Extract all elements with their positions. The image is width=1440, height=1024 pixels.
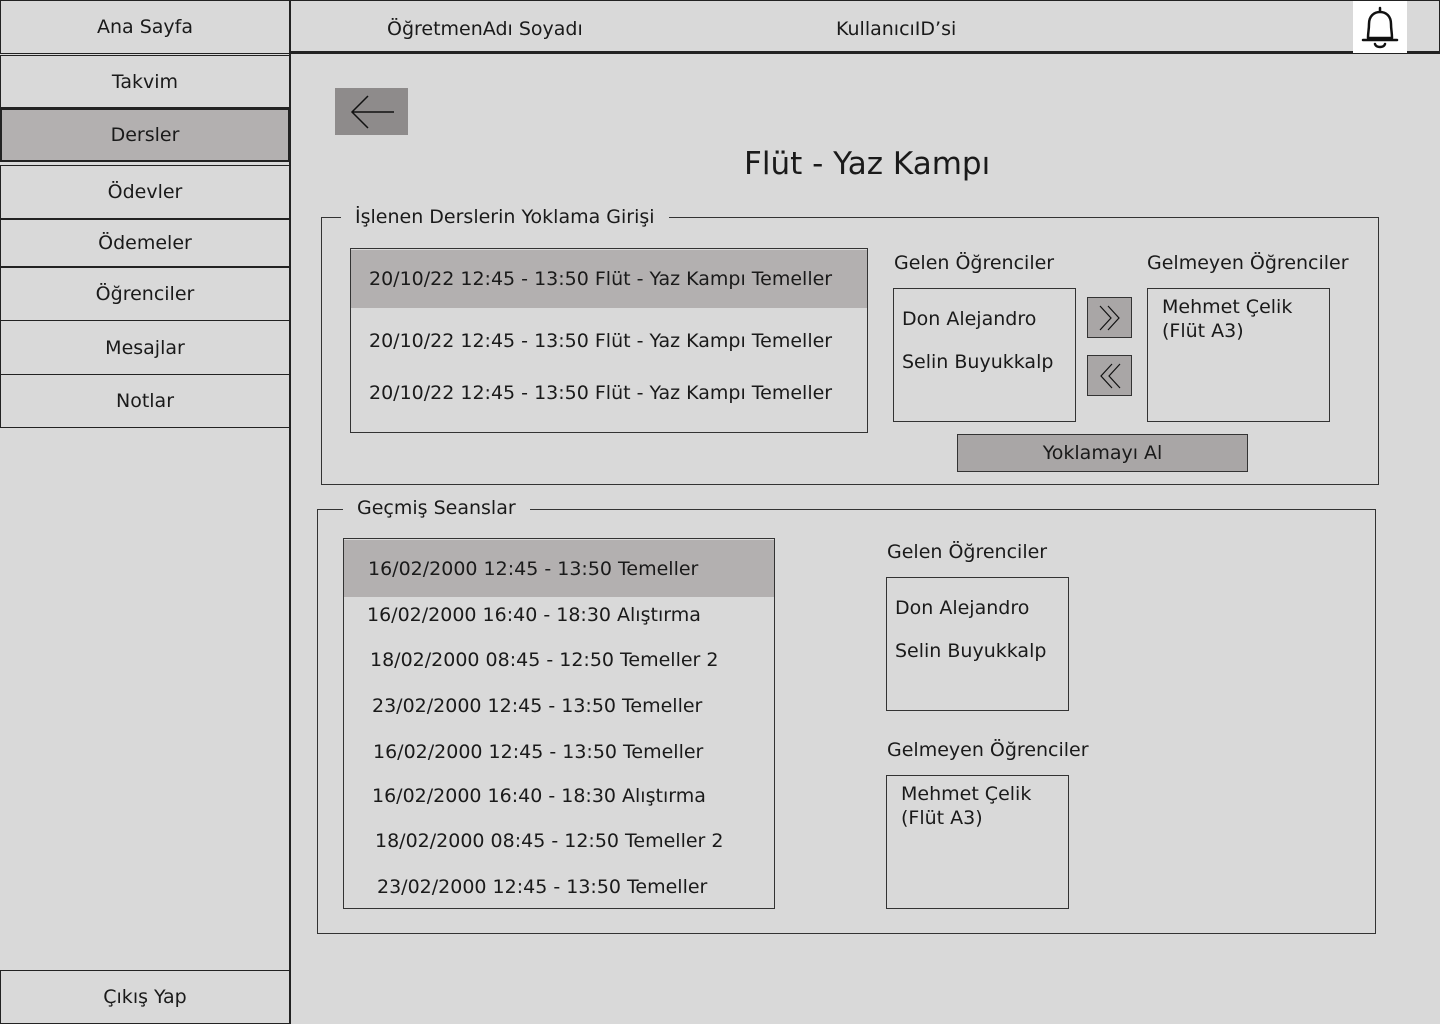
present-students-label: Gelen Öğrenciler — [894, 252, 1055, 274]
move-to-absent-button[interactable] — [1087, 297, 1132, 338]
bell-icon[interactable] — [1353, 1, 1407, 53]
history-present-label: Gelen Öğrenciler — [887, 541, 1048, 563]
arrow-left-icon — [350, 94, 394, 129]
list-item[interactable]: 20/10/22 12:45 - 13:50 Flüt - Yaz Kampı … — [351, 371, 867, 415]
student-name: Mehmet Çelik — [901, 783, 1032, 805]
take-attendance-button[interactable]: Yoklamayı Al — [957, 434, 1248, 472]
sidebar-item-ana-sayfa[interactable]: Ana Sayfa — [0, 0, 290, 54]
move-to-present-button[interactable] — [1087, 355, 1132, 396]
list-item[interactable]: 18/02/2000 08:45 - 12:50 Temeller 2 — [344, 825, 774, 857]
history-absent-list: Mehmet Çelik (Flüt A3) — [886, 775, 1069, 909]
list-item[interactable]: 16/02/2000 12:45 - 13:50 Temeller — [344, 736, 774, 768]
student-name: Selin Buyukkalp — [895, 640, 1047, 662]
sidebar-item-odevler[interactable]: Ödevler — [0, 165, 290, 219]
student-name[interactable]: Mehmet Çelik — [1162, 296, 1292, 318]
sidebar: Ana Sayfa Takvim Dersler Ödevler Ödemele… — [0, 0, 291, 1024]
absent-students-list[interactable]: Mehmet Çelik (Flüt A3) — [1147, 288, 1330, 422]
list-item[interactable]: 16/02/2000 12:45 - 13:50 Temeller — [344, 540, 774, 597]
double-chevron-left-icon — [1099, 363, 1120, 388]
logout-button[interactable]: Çıkış Yap — [0, 970, 290, 1024]
sidebar-item-mesajlar[interactable]: Mesajlar — [0, 320, 290, 375]
list-item[interactable]: 16/02/2000 16:40 - 18:30 Alıştırma — [344, 599, 774, 631]
sidebar-item-notlar[interactable]: Notlar — [0, 374, 290, 428]
sidebar-item-ogrenciler[interactable]: Öğrenciler — [0, 267, 290, 321]
user-id: KullanıcıID’si — [836, 18, 957, 40]
history-present-list: Don Alejandro Selin Buyukkalp — [886, 577, 1069, 711]
attendance-legend: İşlenen Derslerin Yoklama Girişi — [341, 206, 669, 228]
history-legend: Geçmiş Seanslar — [343, 497, 530, 519]
double-chevron-right-icon — [1099, 305, 1120, 330]
list-item[interactable]: 20/10/22 12:45 - 13:50 Flüt - Yaz Kampı … — [351, 250, 867, 308]
page-title: Flüt - Yaz Kampı — [744, 146, 991, 182]
student-name[interactable]: Selin Buyukkalp — [902, 351, 1053, 373]
list-item[interactable]: 20/10/22 12:45 - 13:50 Flüt - Yaz Kampı … — [351, 319, 867, 363]
session-list[interactable]: 16/02/2000 12:45 - 13:50 Temeller 16/02/… — [343, 538, 775, 909]
student-class: (Flüt A3) — [901, 807, 983, 829]
list-item[interactable]: 23/02/2000 12:45 - 13:50 Temeller — [344, 690, 774, 722]
list-item[interactable]: 16/02/2000 16:40 - 18:30 Alıştırma — [344, 780, 774, 812]
sidebar-item-takvim[interactable]: Takvim — [0, 55, 290, 108]
teacher-name: ÖğretmenAdı Soyadı — [387, 18, 583, 40]
student-class: (Flüt A3) — [1162, 320, 1244, 342]
sidebar-item-odemeler[interactable]: Ödemeler — [0, 219, 290, 267]
top-header: ÖğretmenAdı Soyadı KullanıcıID’si — [290, 0, 1440, 54]
student-name[interactable]: Don Alejandro — [902, 308, 1036, 330]
sidebar-item-dersler[interactable]: Dersler — [0, 108, 290, 162]
absent-students-label: Gelmeyen Öğrenciler — [1147, 252, 1349, 274]
present-students-list[interactable]: Don Alejandro Selin Buyukkalp — [893, 288, 1076, 422]
back-button[interactable] — [335, 88, 408, 135]
list-item[interactable]: 23/02/2000 12:45 - 13:50 Temeller — [344, 871, 774, 903]
student-name: Don Alejandro — [895, 597, 1030, 619]
history-absent-label: Gelmeyen Öğrenciler — [887, 739, 1089, 761]
list-item[interactable]: 18/02/2000 08:45 - 12:50 Temeller 2 — [344, 644, 774, 676]
lesson-list[interactable]: 20/10/22 12:45 - 13:50 Flüt - Yaz Kampı … — [350, 248, 868, 433]
